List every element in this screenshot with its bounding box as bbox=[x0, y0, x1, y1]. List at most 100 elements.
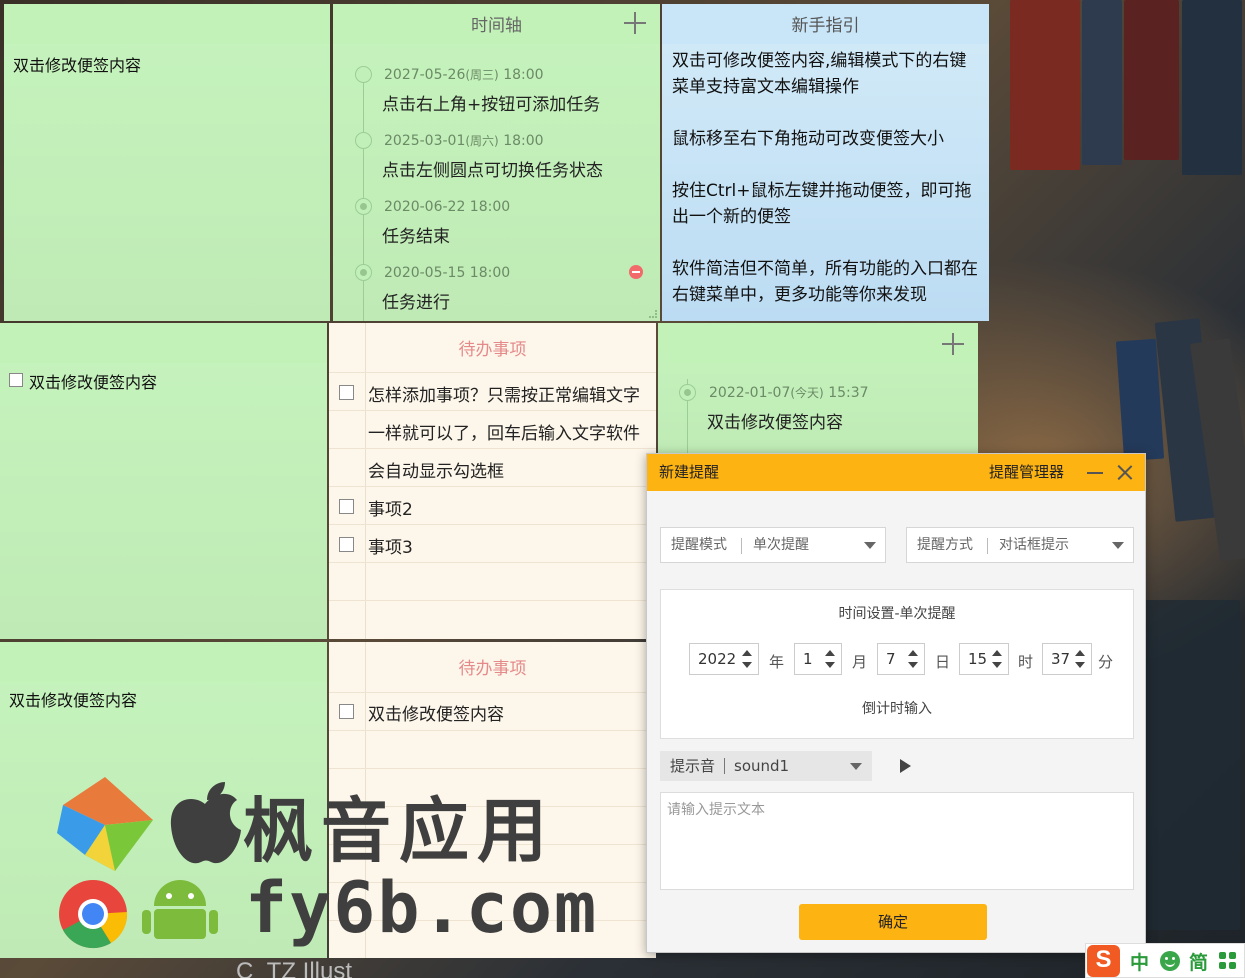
watermark-brand: 枫音应用 bbox=[243, 790, 555, 872]
year-unit: 年 bbox=[769, 653, 785, 671]
todo-checkbox[interactable] bbox=[339, 499, 354, 514]
emoji-icon[interactable] bbox=[1160, 951, 1180, 971]
sticky-note[interactable]: 双击修改便签内容 bbox=[4, 4, 330, 321]
day-spinner[interactable]: 7 bbox=[877, 643, 925, 675]
task-status-toggle[interactable] bbox=[355, 264, 372, 281]
increment-icon[interactable] bbox=[992, 650, 1002, 656]
delete-task-icon[interactable] bbox=[629, 265, 643, 279]
task-status-toggle[interactable] bbox=[355, 132, 372, 149]
task-status-toggle[interactable] bbox=[355, 66, 372, 83]
task-date: 2025-03-01(周六) 18:00 bbox=[384, 133, 544, 149]
note-content[interactable]: 双击修改便签内容 bbox=[9, 687, 137, 711]
guide-paragraph: 双击可修改便签内容,编辑模式下的右键菜单支持富文本编辑操作 bbox=[672, 51, 967, 97]
reminder-text-input[interactable]: 请输入提示文本 bbox=[660, 792, 1134, 890]
day-unit: 日 bbox=[935, 653, 951, 671]
increment-icon[interactable] bbox=[825, 650, 835, 656]
todo-checkbox[interactable] bbox=[339, 385, 354, 400]
todo-item-text[interactable]: 怎样添加事项？只需按正常编辑文字 bbox=[368, 381, 640, 406]
dropdown-value: 单次提醒 bbox=[753, 537, 809, 553]
dropdown-label: 提醒模式 bbox=[671, 537, 727, 553]
play-icon[interactable] bbox=[900, 759, 911, 773]
decrement-icon[interactable] bbox=[825, 662, 835, 668]
note-content[interactable]: 双击修改便签内容 bbox=[29, 369, 157, 393]
close-icon[interactable] bbox=[1115, 462, 1135, 482]
minimize-icon[interactable] bbox=[1085, 462, 1105, 482]
decrement-icon[interactable] bbox=[992, 662, 1002, 668]
note-header[interactable] bbox=[0, 323, 327, 363]
todo-item-text[interactable]: 会自动显示勾选框 bbox=[368, 457, 504, 482]
reminder-manager-link[interactable]: 提醒管理器 bbox=[989, 454, 1064, 490]
timeline-note[interactable]: 时间轴 2027-05-26(周三) 18:00 点击右上角+按钮可添加任务 2… bbox=[333, 4, 660, 321]
add-task-icon[interactable] bbox=[624, 12, 646, 34]
decrement-icon[interactable] bbox=[742, 662, 752, 668]
rule-line bbox=[329, 692, 656, 693]
task-text[interactable]: 双击修改便签内容 bbox=[707, 408, 843, 433]
minute-unit: 分 bbox=[1098, 653, 1114, 671]
resize-grip-icon[interactable] bbox=[649, 310, 657, 318]
decrement-icon[interactable] bbox=[908, 662, 918, 668]
note-header[interactable] bbox=[658, 323, 978, 363]
todo-item-text[interactable]: 事项2 bbox=[368, 495, 413, 520]
margin-line bbox=[365, 323, 366, 639]
sticky-note[interactable]: 双击修改便签内容 bbox=[0, 323, 327, 639]
confirm-button[interactable]: 确定 bbox=[799, 904, 987, 940]
guide-paragraph: 鼠标移至右下角拖动可改变便签大小 bbox=[672, 129, 944, 149]
guide-paragraph: 按住Ctrl+鼠标左键并拖动便签，即可拖出一个新的便签 bbox=[672, 181, 972, 227]
increment-icon[interactable] bbox=[908, 650, 918, 656]
chevron-down-icon bbox=[850, 763, 862, 770]
ime-language-toggle[interactable]: 中 bbox=[1130, 948, 1149, 975]
month-spinner[interactable]: 1 bbox=[794, 643, 842, 675]
task-text[interactable]: 任务结束 bbox=[382, 222, 450, 247]
new-reminder-dialog[interactable]: 新建提醒 提醒管理器 提醒模式 单次提醒 提醒方式 对话框提示 时间设置-单次提… bbox=[646, 453, 1146, 953]
guide-paragraph: 软件简洁但不简单，所有功能的入口都在右键菜单中，更多功能等你来发现 bbox=[672, 259, 978, 305]
ime-toolbar[interactable]: S 中 简 bbox=[1085, 943, 1245, 978]
note-header[interactable] bbox=[0, 642, 327, 682]
todo-item-text[interactable]: 一样就可以了，回车后输入文字软件 bbox=[368, 419, 640, 444]
task-date: 2027-05-26(周三) 18:00 bbox=[384, 67, 544, 83]
apple-logo-icon bbox=[170, 782, 241, 864]
todo-item-text[interactable]: 事项3 bbox=[368, 533, 413, 558]
input-placeholder: 请输入提示文本 bbox=[667, 802, 765, 818]
rule-line bbox=[329, 372, 656, 373]
note-header[interactable] bbox=[4, 4, 330, 44]
task-date: 2022-01-07(今天) 15:37 bbox=[709, 385, 869, 401]
todo-note[interactable]: 待办事项 怎样添加事项？只需按正常编辑文字 一样就可以了，回车后输入文字软件 会… bbox=[329, 323, 656, 639]
dropdown-label: 提醒方式 bbox=[917, 537, 973, 553]
task-status-toggle[interactable] bbox=[355, 198, 372, 215]
reminder-method-select[interactable]: 提醒方式 对话框提示 bbox=[906, 527, 1134, 563]
rule-line bbox=[329, 410, 656, 411]
year-spinner[interactable]: 2022 bbox=[689, 643, 759, 675]
todo-checkbox[interactable] bbox=[339, 704, 354, 719]
timeline-note[interactable]: 2022-01-07(今天) 15:37 双击修改便签内容 bbox=[658, 323, 978, 458]
note-title: 待办事项 bbox=[458, 659, 527, 679]
rule-line bbox=[329, 486, 656, 487]
hour-spinner[interactable]: 15 bbox=[959, 643, 1009, 675]
dialog-titlebar[interactable]: 新建提醒 提醒管理器 bbox=[647, 454, 1145, 491]
book-spine bbox=[1010, 0, 1080, 170]
panel-title: 时间设置-单次提醒 bbox=[838, 606, 956, 622]
minute-spinner[interactable]: 37 bbox=[1042, 643, 1092, 675]
note-title: 时间轴 bbox=[333, 4, 660, 44]
guide-note[interactable]: 新手指引 双击可修改便签内容,编辑模式下的右键菜单支持富文本编辑操作 鼠标移至右… bbox=[662, 4, 989, 321]
ime-mode-toggle[interactable]: 简 bbox=[1189, 948, 1208, 975]
note-content[interactable]: 双击修改便签内容 bbox=[13, 52, 141, 76]
ime-menu-icon[interactable] bbox=[1219, 952, 1237, 970]
task-status-toggle[interactable] bbox=[679, 384, 696, 401]
task-text[interactable]: 点击右上角+按钮可添加任务 bbox=[382, 90, 600, 115]
sound-select[interactable]: 提示音 sound1 bbox=[660, 751, 872, 781]
sogou-logo-icon[interactable]: S bbox=[1087, 945, 1120, 977]
increment-icon[interactable] bbox=[742, 650, 752, 656]
checkbox[interactable] bbox=[9, 373, 23, 387]
note-title: 待办事项 bbox=[458, 340, 527, 360]
android-logo-icon bbox=[142, 880, 218, 939]
increment-icon[interactable] bbox=[1075, 650, 1085, 656]
add-task-icon[interactable] bbox=[942, 333, 964, 355]
decrement-icon[interactable] bbox=[1075, 662, 1085, 668]
watermark: 枫音应用 fy6b.com bbox=[55, 775, 596, 955]
todo-item-text[interactable]: 双击修改便签内容 bbox=[368, 700, 504, 725]
task-text[interactable]: 任务进行 bbox=[382, 288, 450, 313]
todo-checkbox[interactable] bbox=[339, 537, 354, 552]
countdown-input-link[interactable]: 倒计时输入 bbox=[661, 698, 1133, 718]
reminder-mode-select[interactable]: 提醒模式 单次提醒 bbox=[660, 527, 886, 563]
task-text[interactable]: 点击左侧圆点可切换任务状态 bbox=[382, 156, 603, 181]
